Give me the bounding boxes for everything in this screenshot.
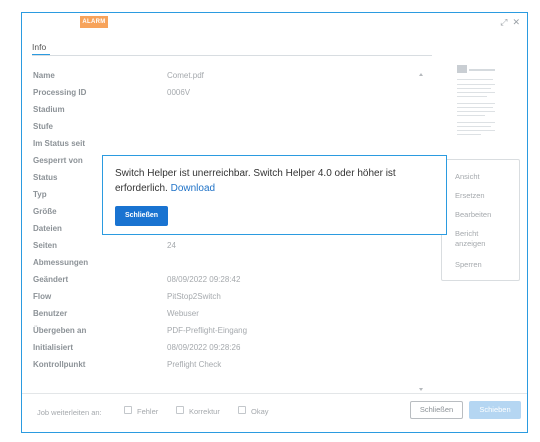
helper-unreachable-dialog: Switch Helper ist unerreichbar. Switch H… (102, 155, 447, 235)
field-label: Übergeben an (33, 326, 87, 335)
field-label: Größe (33, 207, 57, 216)
field-value: Webuser (167, 309, 199, 318)
document-thumbnail[interactable] (454, 60, 500, 142)
field-label: Kontrollpunkt (33, 360, 86, 369)
field-label: Dateien (33, 224, 62, 233)
thumbnail-line (457, 92, 495, 93)
thumbnail-line (457, 88, 491, 89)
checkbox-fehler[interactable] (124, 406, 132, 414)
thumbnail-line (457, 115, 485, 116)
field-row: Stufe (33, 122, 418, 139)
field-value: Preflight Check (167, 360, 222, 369)
checkbox-okay[interactable] (238, 406, 246, 414)
close-button[interactable]: Schließen (410, 401, 463, 419)
field-label: Benutzer (33, 309, 68, 318)
dialog-message: Switch Helper ist unerreichbar. Switch H… (115, 166, 435, 196)
dialog-message-text: Switch Helper ist unerreichbar. Switch H… (115, 168, 396, 194)
checkbox-fehler-label[interactable]: Fehler (137, 407, 158, 416)
expand-icon[interactable]: ⤢ (500, 17, 507, 27)
thumbnail-line (457, 79, 493, 80)
field-value: 24 (167, 241, 176, 250)
forward-job-label: Job weiterleiten an: (37, 408, 102, 417)
field-row: Seiten 24 (33, 241, 418, 258)
action-lock[interactable]: Sperren (455, 260, 482, 270)
footer-divider (22, 393, 527, 394)
thumbnail-line (457, 96, 487, 97)
alarm-badge: ALARM (80, 16, 108, 28)
field-label: Typ (33, 190, 47, 199)
thumbnail-line (457, 130, 495, 131)
thumbnail-line (457, 134, 481, 135)
field-label: Seiten (33, 241, 58, 250)
field-label: Gesperrt von (33, 156, 83, 165)
action-edit[interactable]: Bearbeiten (455, 210, 491, 220)
scroll-down-arrow-icon[interactable] (419, 388, 423, 391)
thumbnail-line (457, 84, 495, 85)
checkbox-korrektur-label[interactable]: Korrektur (189, 407, 220, 416)
field-label: Flow (33, 292, 52, 301)
thumbnail-line (457, 126, 491, 127)
field-row: Im Status seit (33, 139, 418, 156)
field-label: Geändert (33, 275, 69, 284)
field-value: PDF-Preflight-Eingang (167, 326, 248, 335)
checkbox-korrektur[interactable] (176, 406, 184, 414)
field-value: 0006V (167, 88, 191, 97)
field-label: Im Status seit (33, 139, 86, 148)
field-label: Initialisiert (33, 343, 74, 352)
thumbnail-header (469, 69, 495, 71)
field-value: Comet.pdf (167, 71, 204, 80)
field-label: Status (33, 173, 58, 182)
field-row: Kontrollpunkt Preflight Check (33, 360, 418, 377)
field-row: Abmessungen (33, 258, 418, 275)
dialog-close-button[interactable]: Schließen (115, 206, 168, 226)
field-label: Abmessungen (33, 258, 89, 267)
actions-menu: Ansicht Ersetzen Bearbeiten Bericht anze… (441, 159, 520, 281)
tab-info[interactable]: Info (32, 42, 46, 52)
field-row: Initialisiert 08/09/2022 09:28:26 (33, 343, 418, 360)
checkbox-okay-label[interactable]: Okay (251, 407, 269, 416)
field-label: Name (33, 71, 55, 80)
action-view[interactable]: Ansicht (455, 172, 480, 182)
field-row: Benutzer Webuser (33, 309, 418, 326)
tab-divider (32, 55, 432, 56)
thumbnail-logo (457, 65, 467, 73)
move-button[interactable]: Schieben (469, 401, 521, 419)
field-row: Stadium (33, 105, 418, 122)
action-replace[interactable]: Ersetzen (455, 191, 485, 201)
field-row: Übergeben an PDF-Preflight-Eingang (33, 326, 418, 343)
window-controls: ⤢ ✕ (495, 17, 520, 28)
field-label: Stufe (33, 122, 53, 131)
field-label: Processing ID (33, 88, 87, 97)
thumbnail-line (457, 111, 495, 112)
field-row: Geändert 08/09/2022 09:28:42 (33, 275, 418, 292)
scroll-up-arrow-icon[interactable] (419, 73, 423, 76)
field-row: Processing ID 0006V (33, 88, 418, 105)
thumbnail-line (457, 122, 495, 123)
field-value: 08/09/2022 09:28:42 (167, 275, 241, 284)
field-label: Stadium (33, 105, 65, 114)
thumbnail-line (457, 103, 495, 104)
thumbnail-line (457, 107, 493, 108)
action-show-report[interactable]: Bericht anzeigen (455, 229, 507, 249)
field-value: 08/09/2022 09:28:26 (167, 343, 241, 352)
close-icon[interactable]: ✕ (512, 17, 520, 27)
download-link[interactable]: Download (171, 183, 215, 194)
field-row: Flow PitStop2Switch (33, 292, 418, 309)
field-row: Name Comet.pdf (33, 71, 418, 88)
field-value: PitStop2Switch (167, 292, 221, 301)
